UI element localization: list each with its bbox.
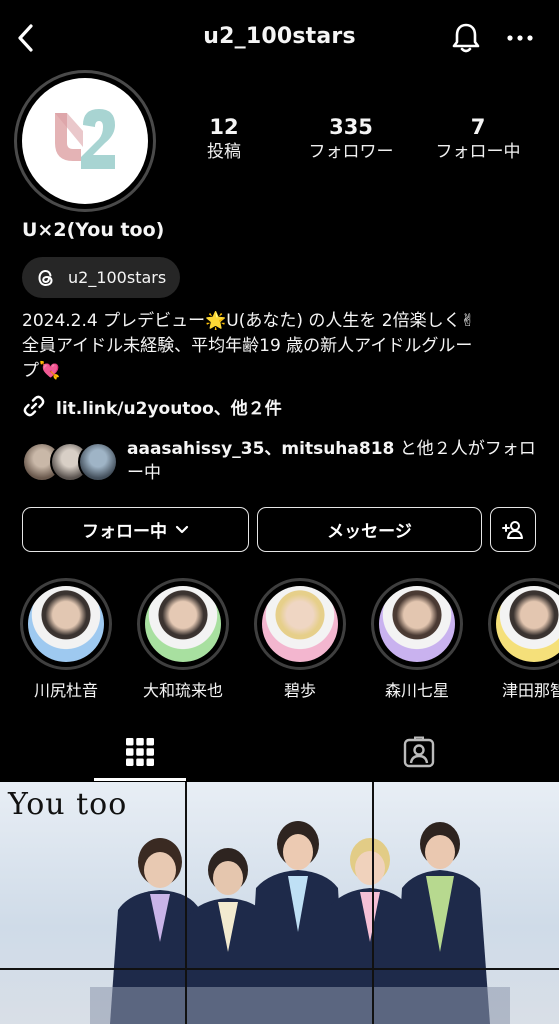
bio-line: 全員アイドル未経験、平均年齢19 歳の新人アイドルグルー	[22, 336, 473, 356]
grid-divider	[185, 782, 187, 1024]
story-highlight[interactable]: 森川七星	[367, 578, 467, 701]
highlight-cover-image	[496, 586, 559, 662]
followers-count-value: 335	[329, 115, 373, 139]
bio-line: プ💘	[22, 361, 61, 381]
highlight-ring	[371, 578, 463, 670]
highlight-label: 津田那智	[501, 681, 559, 700]
profile-avatar[interactable]	[14, 70, 156, 212]
grid-divider	[0, 968, 559, 970]
tagged-person-icon	[403, 736, 435, 768]
follower-avatar	[78, 442, 118, 482]
message-button[interactable]: メッセージ	[257, 507, 482, 552]
active-tab-indicator	[94, 778, 186, 781]
grid-divider	[372, 782, 374, 1024]
highlight-cover-image	[145, 586, 221, 662]
story-highlight[interactable]: 津田那智	[484, 578, 559, 701]
highlight-label: 大和琉来也	[142, 681, 223, 700]
chevron-left-icon	[18, 24, 33, 52]
notifications-button[interactable]	[446, 18, 486, 58]
highlight-cover-image	[379, 586, 455, 662]
bell-icon	[452, 23, 480, 53]
profile-link-text: lit.link/u2youtoo、他２件	[56, 398, 282, 419]
threads-handle: u2_100stars	[68, 268, 167, 287]
highlight-label: 碧歩	[283, 681, 316, 700]
threads-profile-link[interactable]: u2_100stars	[22, 257, 180, 298]
story-highlight[interactable]: 碧歩	[250, 578, 350, 701]
add-person-icon	[502, 520, 523, 539]
highlight-cover-image	[28, 586, 104, 662]
tab-posts-grid[interactable]	[94, 722, 186, 782]
following-count-value: 7	[470, 115, 486, 139]
tab-tagged[interactable]	[373, 722, 465, 782]
suggest-people-button[interactable]	[490, 507, 536, 552]
display-name: U×2(You too)	[22, 219, 165, 241]
message-button-label: メッセージ	[327, 522, 412, 542]
bio-line: 2024.2.4 プレデビュー🌟U(あなた) の人生を 2倍楽しく✌	[22, 311, 475, 331]
more-horizontal-icon	[507, 35, 533, 41]
chevron-down-icon	[175, 525, 189, 533]
posts-count-value: 12	[209, 115, 239, 139]
highlight-label: 川尻杜音	[33, 681, 98, 700]
highlight-label: 森川七星	[384, 681, 449, 700]
highlight-cover-image	[262, 586, 338, 662]
u2-logo-image	[22, 78, 148, 204]
post-caption-overlay: You too	[8, 787, 128, 822]
highlight-ring	[488, 578, 559, 670]
post-thumbnail[interactable]: You too	[0, 782, 559, 1024]
profile-links[interactable]: lit.link/u2youtoo、他２件	[22, 392, 282, 420]
following-button[interactable]: フォロー中	[22, 507, 249, 552]
link-icon	[23, 395, 45, 417]
profile-bio: 2024.2.4 プレデビュー🌟U(あなた) の人生を 2倍楽しく✌ 全員アイド…	[22, 309, 542, 384]
posts-count[interactable]: 12 投稿	[164, 114, 284, 164]
highlight-ring	[20, 578, 112, 670]
followers-count-label: フォロワー	[308, 142, 394, 162]
more-options-button[interactable]	[500, 18, 540, 58]
grid-icon	[126, 738, 154, 766]
posts-count-label: 投稿	[207, 142, 241, 162]
story-highlight[interactable]: 川尻杜音	[16, 578, 116, 701]
top-bar: u2_100stars	[0, 0, 559, 76]
followed-by-text[interactable]: aaasahissy_35、mitsuha818 と他２人がフォロー中	[127, 437, 537, 485]
story-highlight[interactable]: 大和琉来也	[133, 578, 233, 701]
followed-by-avatars[interactable]	[22, 442, 118, 484]
followed-by-users: aaasahissy_35、mitsuha818	[127, 439, 395, 459]
profile-content-tabs	[0, 722, 559, 782]
followers-count[interactable]: 335 フォロワー	[291, 114, 411, 164]
highlight-ring	[254, 578, 346, 670]
back-button[interactable]	[8, 18, 44, 58]
threads-icon	[34, 266, 58, 290]
highlight-ring	[137, 578, 229, 670]
following-button-label: フォロー中	[82, 522, 167, 542]
following-count-label: フォロー中	[435, 142, 521, 162]
following-count[interactable]: 7 フォロー中	[418, 114, 538, 164]
